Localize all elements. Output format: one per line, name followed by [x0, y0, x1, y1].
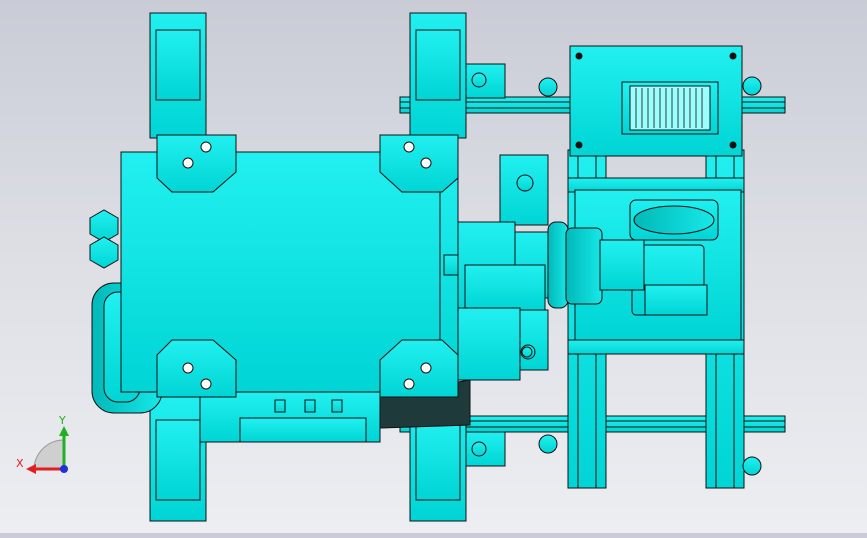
x-axis-arrow — [26, 464, 36, 474]
leg-top-left — [149, 12, 207, 139]
base-bar — [199, 391, 381, 443]
cad-viewport[interactable]: X Y — [0, 0, 867, 533]
y-axis-label: Y — [59, 414, 66, 427]
z-axis-dot — [60, 465, 68, 473]
y-axis-arrow — [59, 426, 69, 436]
hex-bolts — [89, 209, 119, 269]
heatsink-module — [621, 81, 719, 135]
x-axis-label: X — [16, 457, 24, 470]
assembly-drawing[interactable] — [0, 0, 867, 533]
leg-bottom-left — [149, 394, 207, 522]
coordinate-triad — [26, 426, 69, 474]
leg-top-right — [409, 12, 467, 139]
